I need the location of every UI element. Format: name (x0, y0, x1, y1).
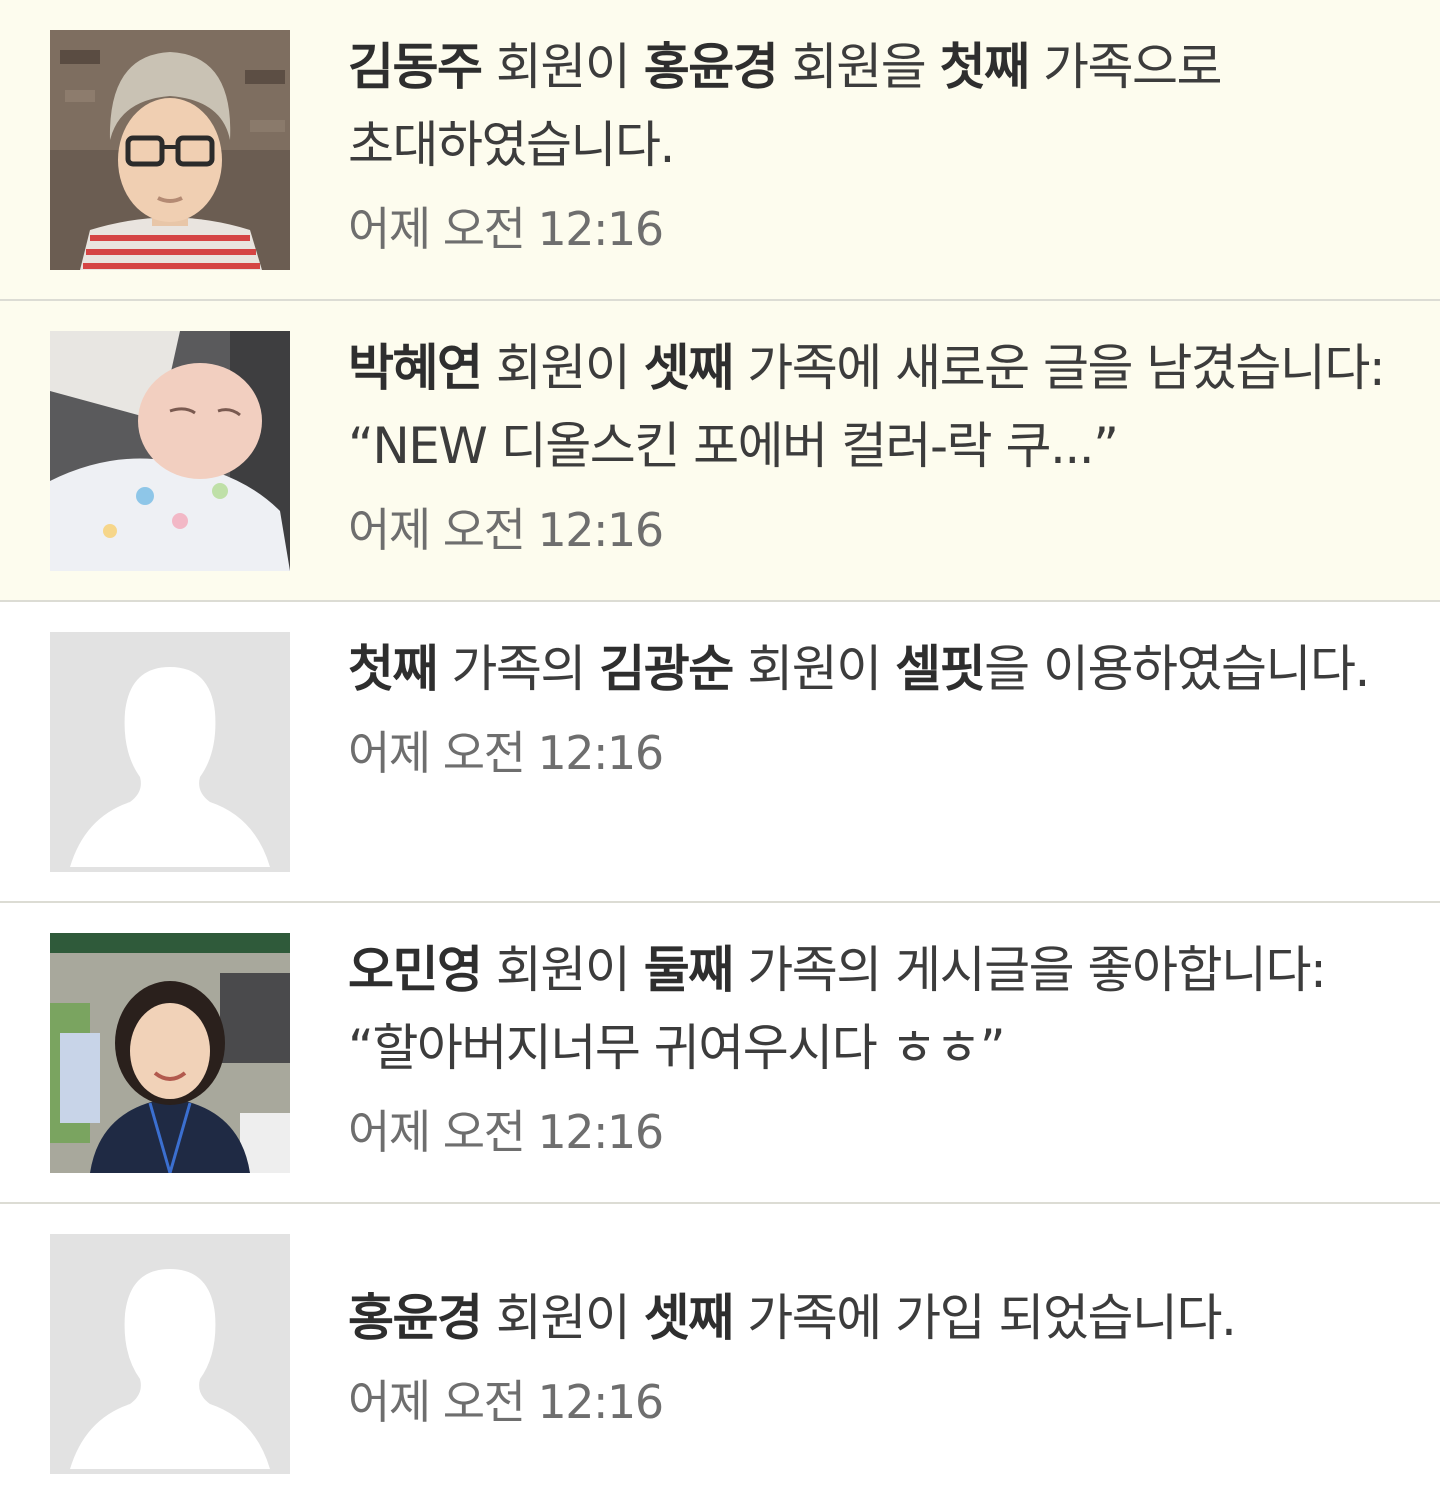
target-name[interactable]: 홍윤경 (644, 38, 779, 96)
notification-content: 오민영 회원이 둘째 가족의 게시글을 좋아합니다: “할아버지너무 귀여우시다… (348, 931, 1400, 1160)
notification-item[interactable]: 김동주 회원이 홍윤경 회원을 첫째 가족으로 초대하였습니다. 어제 오전 1… (0, 0, 1440, 301)
group-name[interactable]: 첫째 (348, 640, 439, 698)
actor-name[interactable]: 오민영 (348, 941, 483, 999)
message-text: 회원을 (777, 38, 940, 96)
sleeping-baby-photo-icon (50, 331, 290, 571)
message-text: 가족에 가입 되었습니다. (732, 1289, 1237, 1347)
timestamp: 어제 오전 12:16 (348, 503, 664, 557)
young-man-photo-icon (50, 30, 290, 270)
timestamp: 어제 오전 12:16 (348, 202, 664, 256)
actor-name[interactable]: 김동주 (348, 38, 483, 96)
notification-message: 첫째 가족의 김광순 회원이 셀핏을 이용하였습니다. (348, 630, 1400, 708)
group-name[interactable]: 셋째 (644, 339, 735, 397)
notification-content: 박혜연 회원이 셋째 가족에 새로운 글을 남겼습니다: “NEW 디올스킨 포… (348, 329, 1400, 558)
message-text: 가족의 (437, 640, 600, 698)
avatar[interactable] (50, 30, 290, 270)
notification-item[interactable]: 박혜연 회원이 셋째 가족에 새로운 글을 남겼습니다: “NEW 디올스킨 포… (0, 301, 1440, 602)
actor-name[interactable]: 박혜연 (348, 339, 483, 397)
avatar[interactable] (50, 1234, 290, 1474)
notification-content: 김동주 회원이 홍윤경 회원을 첫째 가족으로 초대하였습니다. 어제 오전 1… (348, 28, 1400, 257)
default-person-icon (50, 1234, 290, 1474)
timestamp: 어제 오전 12:16 (348, 726, 664, 780)
notification-message: 김동주 회원이 홍윤경 회원을 첫째 가족으로 초대하였습니다. (348, 28, 1400, 184)
timestamp: 어제 오전 12:16 (348, 1375, 664, 1429)
avatar[interactable] (50, 331, 290, 571)
actor-name[interactable]: 홍윤경 (348, 1289, 483, 1347)
avatar[interactable] (50, 632, 290, 872)
message-text: 회원이 (732, 640, 896, 698)
avatar[interactable] (50, 933, 290, 1173)
notification-item[interactable]: 첫째 가족의 김광순 회원이 셀핏을 이용하였습니다. 어제 오전 12:16 (0, 602, 1440, 903)
notification-message: 홍윤경 회원이 셋째 가족에 가입 되었습니다. (348, 1279, 1400, 1357)
message-text: 회원이 (481, 1289, 644, 1347)
message-text: 회원이 (481, 941, 644, 999)
notification-feed: 김동주 회원이 홍윤경 회원을 첫째 가족으로 초대하였습니다. 어제 오전 1… (0, 0, 1440, 1501)
notification-content: 홍윤경 회원이 셋째 가족에 가입 되었습니다. 어제 오전 12:16 (348, 1279, 1400, 1430)
actor-name[interactable]: 김광순 (599, 640, 734, 698)
group-name[interactable]: 셋째 (644, 1289, 735, 1347)
notification-message: 오민영 회원이 둘째 가족의 게시글을 좋아합니다: “할아버지너무 귀여우시다… (348, 931, 1400, 1087)
notification-message: 박혜연 회원이 셋째 가족에 새로운 글을 남겼습니다: “NEW 디올스킨 포… (348, 329, 1400, 485)
notification-item[interactable]: 홍윤경 회원이 셋째 가족에 가입 되었습니다. 어제 오전 12:16 (0, 1204, 1440, 1501)
notification-content: 첫째 가족의 김광순 회원이 셀핏을 이용하였습니다. 어제 오전 12:16 (348, 630, 1400, 781)
timestamp: 어제 오전 12:16 (348, 1105, 664, 1159)
smiling-woman-photo-icon (50, 933, 290, 1173)
group-name[interactable]: 첫째 (940, 38, 1031, 96)
message-text: 회원이 (481, 339, 644, 397)
group-name[interactable]: 둘째 (644, 941, 735, 999)
default-person-icon (50, 632, 290, 872)
message-text: 회원이 (481, 38, 644, 96)
message-text: 을 이용하였습니다. (984, 640, 1370, 698)
service-name[interactable]: 셀핏 (895, 640, 986, 698)
notification-item[interactable]: 오민영 회원이 둘째 가족의 게시글을 좋아합니다: “할아버지너무 귀여우시다… (0, 903, 1440, 1204)
